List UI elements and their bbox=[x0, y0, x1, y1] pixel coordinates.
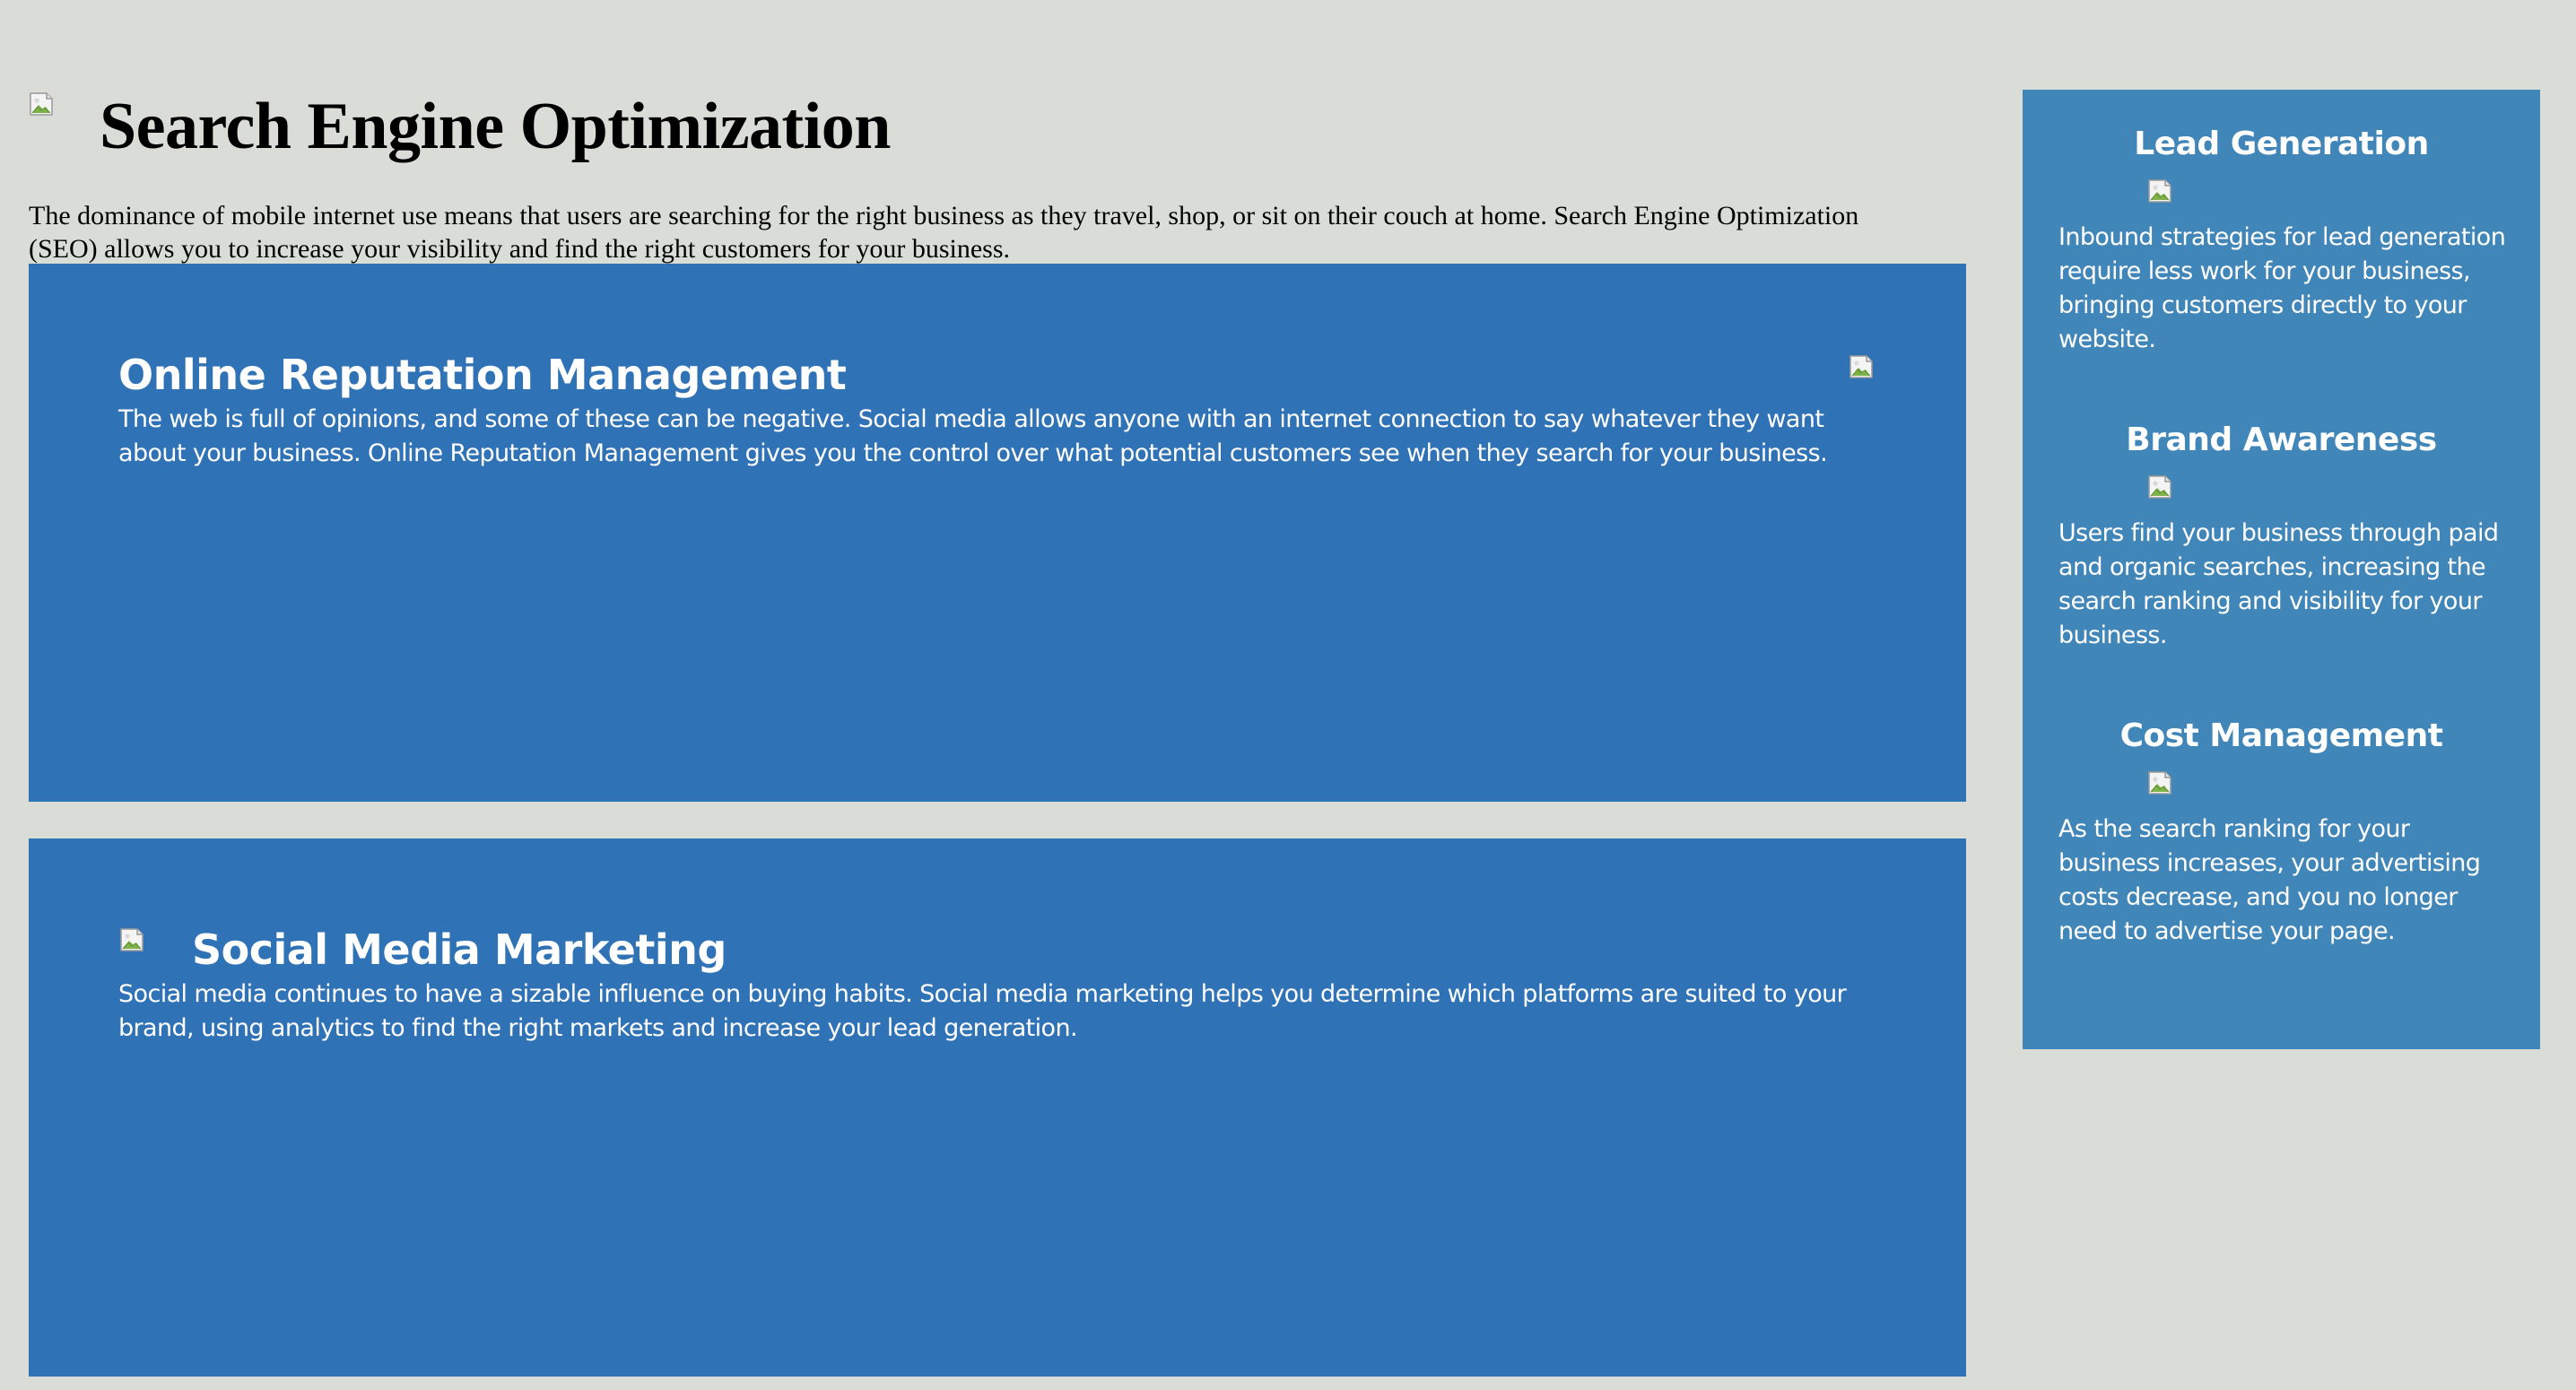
sidebar-item-title: Brand Awareness bbox=[2126, 421, 2437, 458]
broken-image-icon bbox=[1848, 353, 1875, 380]
panel-text: The web is full of opinions, and some of… bbox=[118, 405, 1828, 467]
sidebar-item-title: Cost Management bbox=[2119, 717, 2443, 754]
sidebar: Lead Generation Inbound strategies for l… bbox=[2023, 90, 2540, 1049]
sidebar-item-lead-generation: Lead Generation Inbound strategies for l… bbox=[2023, 122, 2540, 353]
broken-image-icon bbox=[118, 926, 145, 953]
sidebar-item-text: Inbound strategies for lead generation r… bbox=[2058, 223, 2506, 353]
intro-paragraph: The dominance of mobile internet use mea… bbox=[29, 201, 1859, 264]
broken-image-icon bbox=[2146, 769, 2173, 796]
sidebar-item-brand-awareness: Brand Awareness Users find your business… bbox=[2023, 418, 2540, 649]
sidebar-item-cost-management: Cost Management As the search ranking fo… bbox=[2023, 714, 2540, 945]
panel-social-media-marketing: Social Media Marketing Social media cont… bbox=[29, 838, 1966, 1377]
page-header: Search Engine Optimization bbox=[28, 87, 891, 166]
panel-title: Online Reputation Management bbox=[118, 351, 847, 399]
sidebar-item-text: As the search ranking for your business … bbox=[2058, 815, 2481, 945]
broken-image-icon bbox=[2146, 178, 2173, 204]
broken-image-icon bbox=[28, 91, 55, 117]
sidebar-item-text: Users find your business through paid an… bbox=[2058, 519, 2499, 649]
panel-online-reputation-management: Online Reputation Management The web is … bbox=[29, 264, 1966, 802]
page-title: Search Engine Optimization bbox=[100, 90, 891, 163]
broken-image-icon bbox=[2146, 473, 2173, 500]
panel-text: Social media continues to have a sizable… bbox=[118, 980, 1847, 1042]
panel-title: Social Media Marketing bbox=[192, 925, 727, 974]
sidebar-item-title: Lead Generation bbox=[2134, 126, 2429, 162]
